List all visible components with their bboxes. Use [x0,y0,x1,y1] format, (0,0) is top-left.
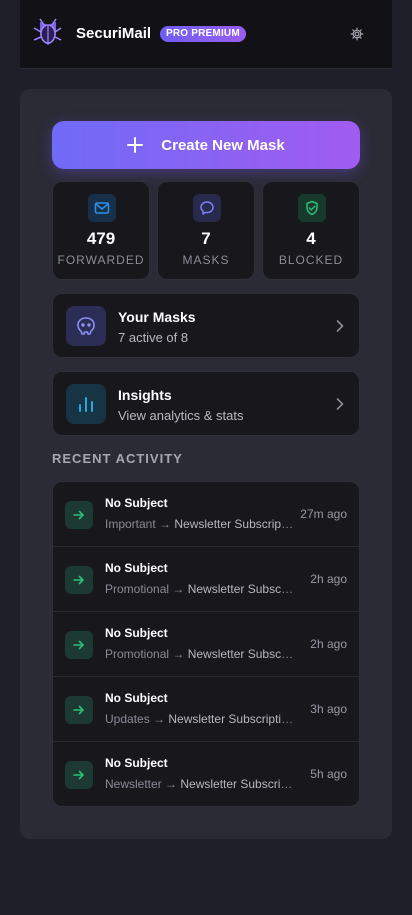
plus-icon [127,137,144,153]
activity-route: Newsletter → Newsletter Subscriptions [105,777,295,791]
activity-category: Newsletter [105,777,162,791]
insights-card[interactable]: Insights View analytics & stats [52,371,360,436]
recent-activity-heading: RECENT ACTIVITY [52,451,183,466]
activity-category: Important [105,517,156,531]
activity-item[interactable]: No Subject Promotional → Newsletter Subs… [53,547,359,612]
create-new-mask-label: Create New Mask [161,136,285,154]
chevron-right-icon [336,320,344,332]
gear-icon[interactable] [350,27,364,41]
forward-arrow-icon [65,761,93,789]
forwarded-label: FORWARDED [57,253,145,267]
activity-time: 3h ago [310,702,347,716]
app-header: SecuriMail PRO PREMIUM [20,0,392,69]
activity-subject: No Subject [105,626,168,640]
insights-subtitle: View analytics & stats [118,408,244,423]
activity-route: Promotional → Newsletter Subscriptions [105,647,295,661]
chevron-right-icon [336,398,344,410]
bar-chart-icon [66,384,106,424]
pro-premium-badge: PRO PREMIUM [160,26,246,42]
activity-subject: No Subject [105,496,168,510]
app-name: SecuriMail [76,25,152,42]
stat-forwarded: 479 FORWARDED [52,181,150,280]
blocked-label: BLOCKED [278,253,344,267]
blocked-count: 4 [306,229,316,248]
masks-count: 7 [201,229,211,248]
chat-bubble-icon [193,194,221,222]
activity-category: Updates [105,712,150,726]
activity-destination: Newsletter Subscriptions [187,647,295,661]
your-masks-subtitle: 7 active of 8 [118,330,189,345]
forward-arrow-icon [65,566,93,594]
activity-route: Important → Newsletter Subscriptions [105,517,295,531]
create-new-mask-button[interactable]: Create New Mask [52,121,360,169]
activity-route: Updates → Newsletter Subscriptions [105,712,295,726]
activity-route: Promotional → Newsletter Subscriptions [105,582,295,596]
mail-icon [88,194,116,222]
mask-face-icon [66,306,106,346]
activity-item[interactable]: No Subject Promotional → Newsletter Subs… [53,612,359,677]
activity-destination: Newsletter Subscriptions [180,777,295,791]
stat-blocked: 4 BLOCKED [262,181,360,280]
shield-check-icon [298,194,326,222]
your-masks-card[interactable]: Your Masks 7 active of 8 [52,293,360,358]
main-panel: Create New Mask 479 FORWARDED 7 MASKS 4 [20,89,392,839]
activity-category: Promotional [105,647,170,661]
activity-time: 5h ago [310,767,347,781]
recent-activity-list: No Subject Important → Newsletter Subscr… [52,481,360,807]
activity-subject: No Subject [105,756,168,770]
forward-arrow-icon [65,696,93,724]
forwarded-count: 479 [86,229,116,248]
activity-time: 27m ago [300,507,347,521]
activity-subject: No Subject [105,561,168,575]
activity-category: Promotional [105,582,170,596]
forward-arrow-icon [65,501,93,529]
insights-title: Insights [118,387,172,403]
activity-subject: No Subject [105,691,168,705]
forward-arrow-icon [65,631,93,659]
shield-bug-logo-icon [33,18,62,45]
your-masks-title: Your Masks [118,309,196,325]
activity-destination: Newsletter Subscriptions [174,517,295,531]
activity-destination: Newsletter Subscriptions [168,712,295,726]
activity-time: 2h ago [310,572,347,586]
activity-item[interactable]: No Subject Important → Newsletter Subscr… [53,482,359,547]
masks-label: MASKS [182,253,230,267]
activity-item[interactable]: No Subject Updates → Newsletter Subscrip… [53,677,359,742]
stat-masks: 7 MASKS [157,181,255,280]
activity-destination: Newsletter Subscriptions [187,582,295,596]
activity-time: 2h ago [310,637,347,651]
activity-item[interactable]: No Subject Newsletter → Newsletter Subsc… [53,742,359,806]
